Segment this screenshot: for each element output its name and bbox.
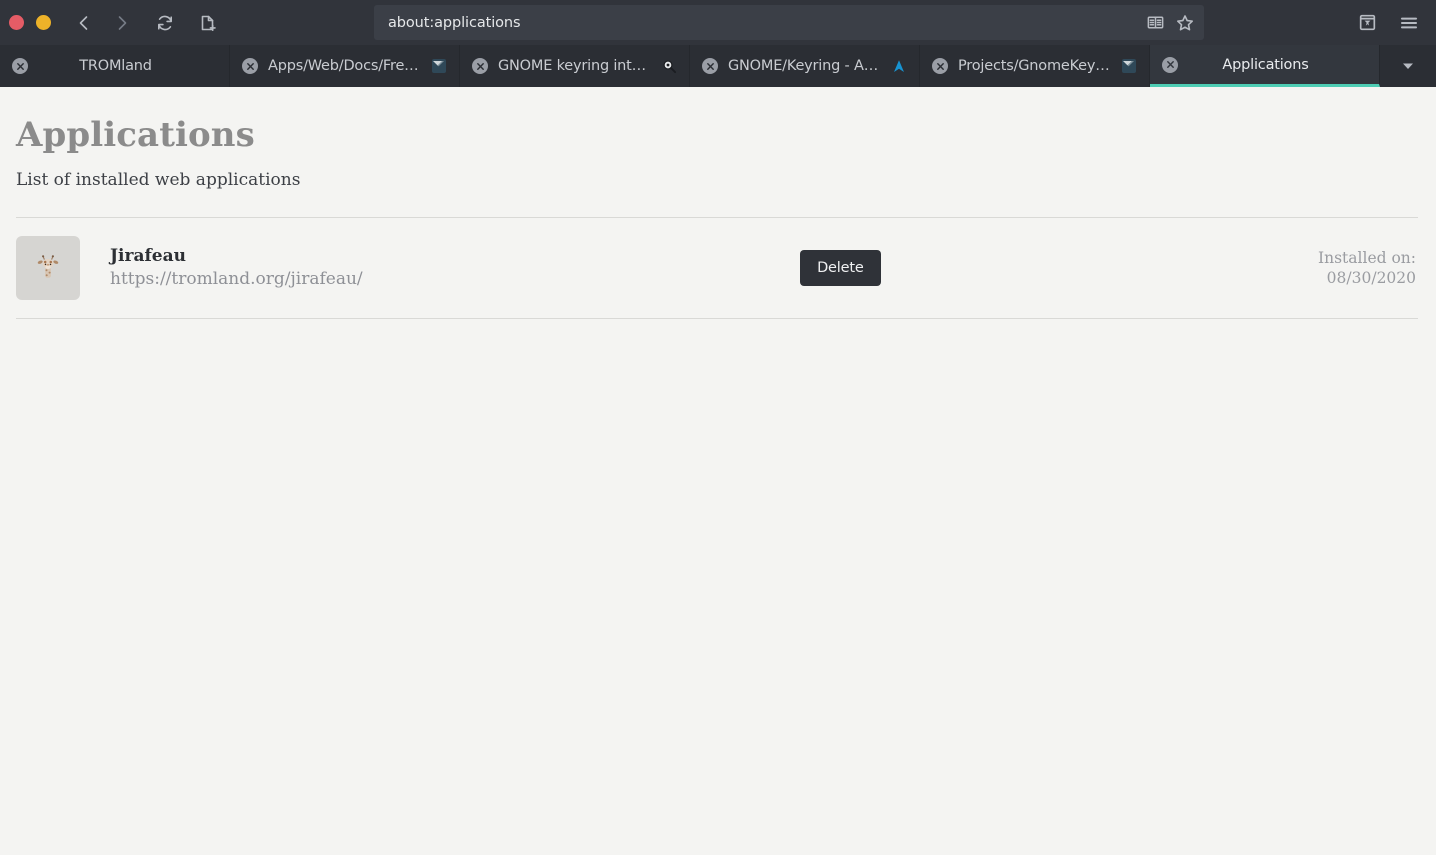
window-minimize-button[interactable] — [36, 15, 51, 30]
tab-close-button[interactable] — [932, 58, 948, 74]
installed-on-date: 08/30/2020 — [1326, 269, 1417, 288]
giraffe-icon — [37, 255, 59, 278]
new-page-icon — [201, 15, 216, 31]
tab-gnome-keyring-integration[interactable]: GNOME keyring integra… — [460, 45, 690, 87]
window-controls — [0, 15, 51, 30]
tab-title: GNOME keyring integra… — [498, 58, 657, 74]
forward-button[interactable] — [103, 4, 141, 42]
tab-close-button[interactable] — [1162, 56, 1178, 73]
reload-icon — [157, 15, 173, 30]
star-icon — [1176, 14, 1194, 31]
divider-bottom — [16, 318, 1418, 320]
toolbar-right-buttons — [1348, 0, 1428, 45]
bookmark-library-icon — [1359, 14, 1375, 31]
chevron-left-icon — [79, 15, 88, 30]
close-icon — [16, 62, 24, 70]
tab-title: Applications — [1222, 56, 1309, 73]
tab-close-button[interactable] — [12, 58, 28, 74]
application-list-item: Jirafeau https://tromland.org/jirafeau/ … — [16, 218, 1418, 318]
close-icon — [706, 62, 714, 70]
close-icon — [476, 62, 484, 70]
reader-mode-button[interactable] — [1142, 10, 1168, 36]
close-icon — [246, 62, 254, 70]
chevron-down-icon — [1403, 63, 1413, 69]
tab-applications[interactable]: Applications — [1150, 45, 1380, 87]
browser-window: about:applications TROMland Apps/Web/Doc… — [0, 0, 1436, 855]
window-close-button[interactable] — [9, 15, 24, 30]
delete-button[interactable]: Delete — [800, 250, 881, 287]
address-bar[interactable]: about:applications — [374, 5, 1204, 40]
tab-title: TROMland — [79, 58, 152, 74]
navigation-buttons — [65, 4, 227, 42]
app-name: Jirafeau — [110, 245, 186, 266]
tab-favicon-mail-icon — [431, 58, 447, 74]
close-icon — [936, 62, 944, 70]
close-icon — [1166, 61, 1174, 68]
magnifier-icon — [662, 59, 676, 73]
tab-close-button[interactable] — [702, 58, 718, 74]
tab-projects-gnomekeyring[interactable]: Projects/GnomeKeyring/… — [920, 45, 1150, 87]
back-button[interactable] — [65, 4, 103, 42]
chevron-right-icon — [118, 15, 127, 30]
menu-button[interactable] — [1390, 4, 1428, 42]
tab-close-button[interactable] — [472, 58, 488, 74]
tab-list-dropdown-button[interactable] — [1380, 45, 1436, 87]
app-url: https://tromland.org/jirafeau/ — [110, 269, 363, 290]
tab-favicon-mail-icon — [1121, 58, 1137, 74]
page-title: Applications — [16, 115, 255, 155]
browser-toolbar: about:applications — [0, 0, 1436, 45]
installed-on-label: Installed on: — [1318, 248, 1417, 267]
tab-title: GNOME/Keyring - Arch… — [728, 58, 887, 74]
tab-gnome-keyring-arch[interactable]: GNOME/Keyring - Arch… — [690, 45, 920, 87]
arch-logo-icon — [894, 59, 904, 72]
tab-bar: TROMland Apps/Web/Docs/Freque… — [0, 45, 1436, 87]
tab-favicon-arch-logo-icon — [891, 58, 907, 74]
bookmark-star-button[interactable] — [1172, 10, 1198, 36]
app-info: Jirafeau https://tromland.org/jirafeau/ — [110, 246, 363, 290]
bookmarks-library-button[interactable] — [1348, 4, 1386, 42]
reload-button[interactable] — [146, 4, 184, 42]
tab-close-button[interactable] — [242, 58, 258, 74]
page-content: Applications List of installed web appli… — [0, 87, 1436, 855]
address-bar-icons — [1142, 10, 1198, 36]
new-page-button[interactable] — [189, 4, 227, 42]
tab-favicon-magnifier-icon — [661, 58, 677, 74]
installed-on-info: Installed on: 08/30/2020 — [1318, 248, 1418, 288]
page-subtitle: List of installed web applications — [16, 170, 301, 191]
tab-title: Apps/Web/Docs/Freque… — [268, 58, 427, 74]
tab-tromland[interactable]: TROMland — [0, 45, 230, 87]
url-text[interactable]: about:applications — [388, 15, 1142, 31]
app-icon-container — [16, 236, 80, 301]
tab-apps-web-docs[interactable]: Apps/Web/Docs/Freque… — [230, 45, 460, 87]
hamburger-menu-icon — [1400, 17, 1418, 28]
tab-title: Projects/GnomeKeyring/… — [958, 58, 1117, 74]
reader-mode-icon — [1147, 16, 1163, 29]
